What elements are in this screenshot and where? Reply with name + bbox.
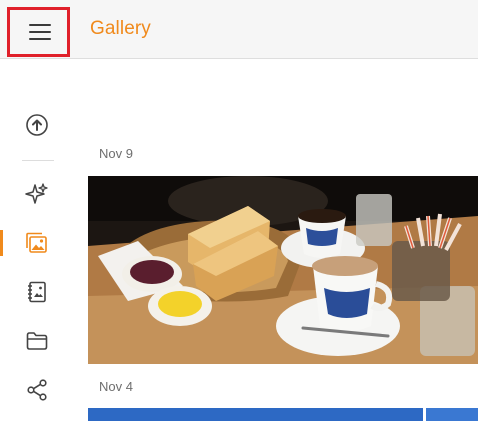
share-icon xyxy=(27,379,47,401)
nav-photos[interactable] xyxy=(14,223,60,263)
breakfast-toast-coffee-photo xyxy=(88,176,478,364)
app-title: Gallery xyxy=(90,18,151,39)
hamburger-menu-icon-line xyxy=(29,31,51,33)
nav-sparkle[interactable] xyxy=(14,174,60,214)
nav-upload[interactable] xyxy=(14,105,60,145)
app-bar: Gallery xyxy=(0,0,478,59)
nav-share[interactable] xyxy=(14,370,60,410)
album-icon xyxy=(28,281,46,303)
sparkle-icon xyxy=(25,183,48,204)
date-header: Nov 9 xyxy=(99,146,133,161)
folder-icon xyxy=(26,332,48,350)
menu-button[interactable] xyxy=(7,7,70,57)
hamburger-menu-icon xyxy=(29,24,51,26)
nav-divider xyxy=(22,160,54,161)
photo-thumbnail[interactable] xyxy=(88,176,478,364)
photos-icon xyxy=(26,232,47,253)
nav-folder[interactable] xyxy=(14,321,60,361)
date-header: Nov 4 xyxy=(99,379,133,394)
photo-thumbnail[interactable] xyxy=(88,408,478,421)
blue-photo xyxy=(88,408,423,421)
upload-icon xyxy=(26,114,48,136)
nav-rail xyxy=(0,60,78,421)
nav-album[interactable] xyxy=(14,272,60,312)
hamburger-menu-icon-line xyxy=(29,38,51,40)
blue-photo xyxy=(426,408,478,421)
nav-active-indicator xyxy=(0,230,3,256)
